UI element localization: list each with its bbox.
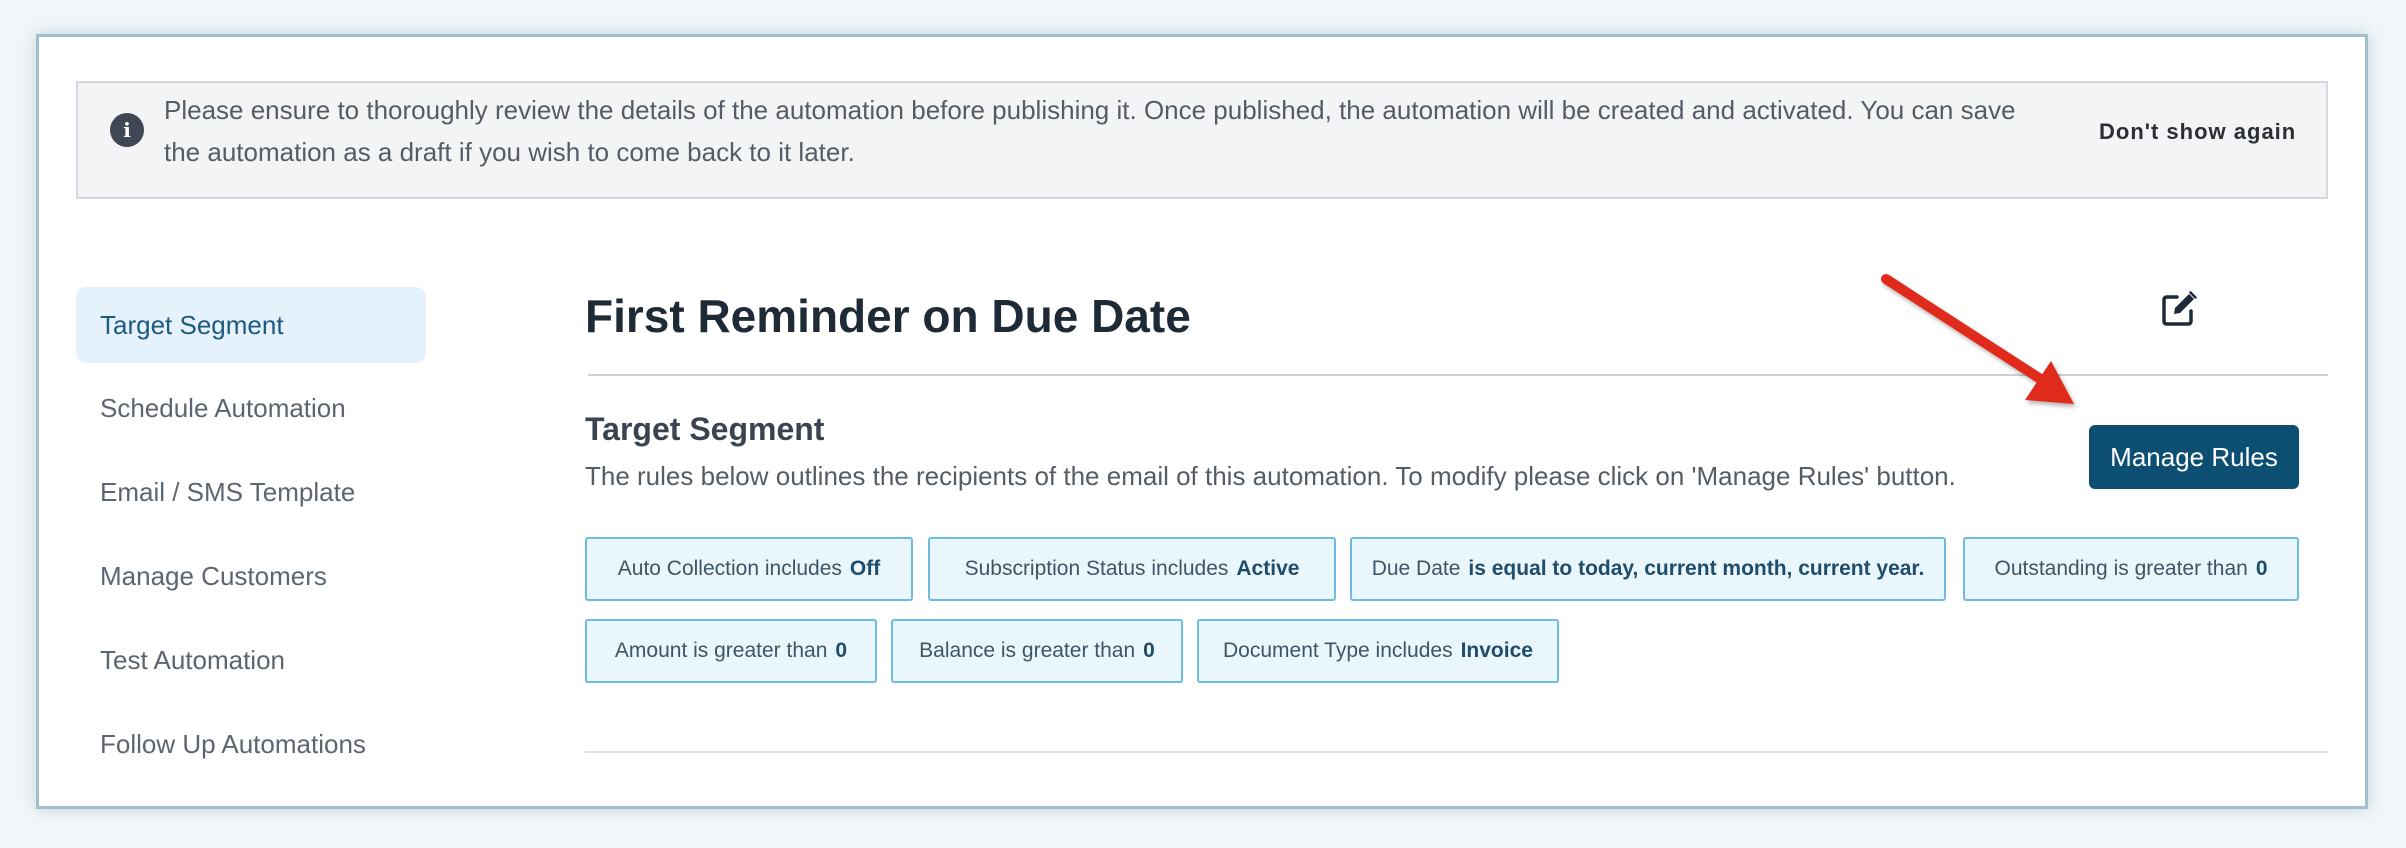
manage-rules-button[interactable]: Manage Rules [2089, 425, 2299, 489]
rule-value: is equal to today, current month, curren… [1468, 557, 1925, 580]
edit-icon [2162, 291, 2197, 326]
app-frame: i Please ensure to thoroughly review the… [36, 34, 2368, 809]
rule-text: Due Date [1371, 557, 1461, 580]
section-divider [585, 751, 2328, 753]
rule-text: Subscription Status includes [964, 557, 1229, 580]
sidebar-item-schedule-automation[interactable]: Schedule Automation [76, 370, 426, 446]
title-divider [588, 374, 2328, 376]
rule-text: Auto Collection includes [617, 557, 842, 580]
sidebar-item-test-automation[interactable]: Test Automation [76, 622, 426, 698]
rule-chip: Amount is greater than 0 [585, 619, 877, 683]
rule-value: 0 [2255, 557, 2268, 580]
rule-text: Balance is greater than [919, 639, 1136, 662]
sidebar-item-manage-customers[interactable]: Manage Customers [76, 538, 426, 614]
sidebar-item-email-sms-template[interactable]: Email / SMS Template [76, 454, 426, 530]
rule-chip: Due Date is equal to today, current month… [1350, 537, 1946, 601]
rule-value: 0 [835, 639, 848, 662]
dont-show-again-link[interactable]: Don't show again [2099, 119, 2296, 145]
rule-chip: Auto Collection includes Off [585, 537, 913, 601]
rule-text: Outstanding is greater than [1994, 557, 2248, 580]
edit-title-button[interactable] [2159, 289, 2199, 329]
rule-value: Invoice [1460, 639, 1533, 662]
section-title: Target Segment [585, 411, 825, 447]
sidebar-item-follow-up-automations[interactable]: Follow Up Automations [76, 706, 426, 782]
rule-text: Document Type includes [1223, 639, 1453, 662]
section-description: The rules below outlines the recipients … [585, 461, 1956, 491]
rule-value: Off [849, 557, 881, 580]
rule-value: 0 [1143, 639, 1155, 662]
rule-chip: Balance is greater than 0 [891, 619, 1183, 683]
sidebar-item-target-segment[interactable]: Target Segment [76, 287, 426, 363]
rule-value: Active [1236, 557, 1300, 580]
rule-chip: Subscription Status includes Active [928, 537, 1336, 601]
info-icon: i [110, 113, 144, 147]
rule-chip: Document Type includes Invoice [1197, 619, 1559, 683]
rule-text: Amount is greater than [614, 639, 828, 662]
banner-message: Please ensure to thoroughly review the d… [164, 95, 2016, 167]
rule-chip: Outstanding is greater than 0 [1963, 537, 2299, 601]
page-title: First Reminder on Due Date [585, 290, 1191, 342]
